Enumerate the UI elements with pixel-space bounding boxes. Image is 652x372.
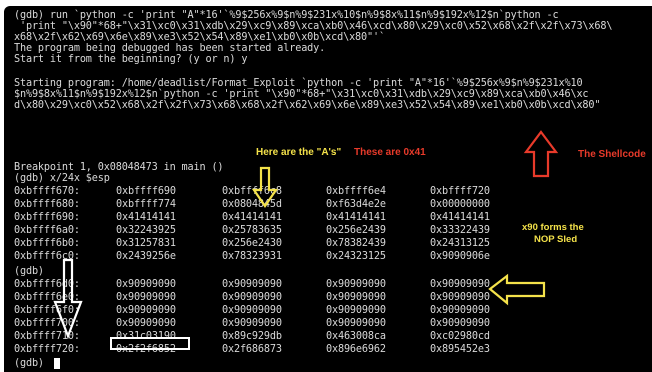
annotation-arrows [53, 130, 559, 340]
screenshot: (gdb) run `python -c 'print "A"*16'`%9$2… [0, 0, 652, 372]
white-down-arrow-icon [53, 258, 83, 340]
red-up-arrow-icon [523, 130, 559, 178]
yellow-down-arrow-icon [251, 166, 279, 208]
terminal-window[interactable]: (gdb) run `python -c 'print "A"*16'`%9$2… [4, 6, 652, 372]
yellow-left-arrow-icon [488, 273, 546, 306]
